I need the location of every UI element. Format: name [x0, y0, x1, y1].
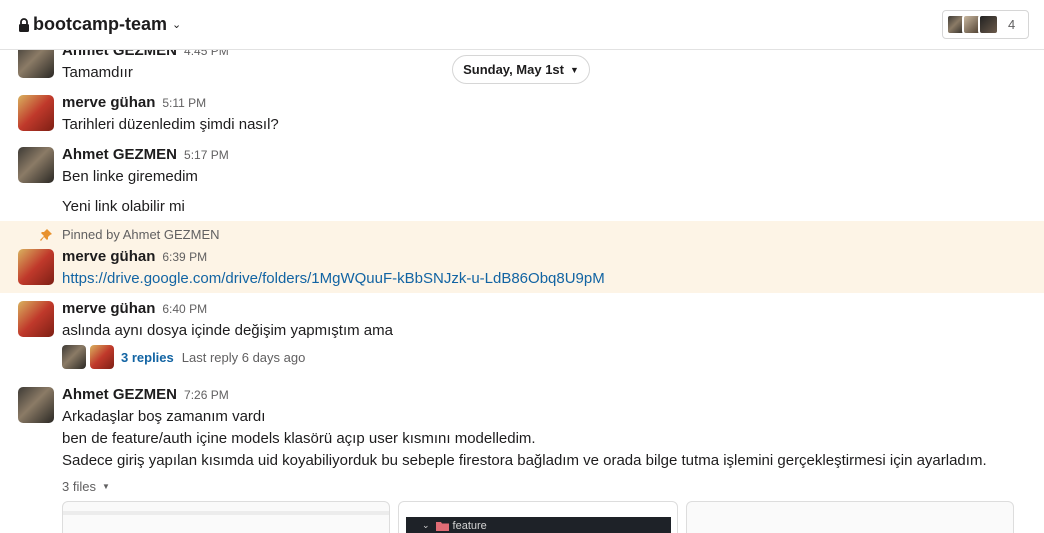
chevron-down-icon: ▼ [569, 64, 579, 75]
thread-replies-link[interactable]: 3 replies [121, 350, 174, 365]
folder-icon [435, 522, 449, 531]
message-text: ben de feature/auth içine models klasörü… [62, 430, 536, 447]
lock-icon [19, 17, 29, 32]
avatar[interactable] [18, 95, 54, 131]
message-text: Yeni link olabilir mi [62, 198, 185, 215]
date-divider-button[interactable]: Sunday, May 1st ▼ [452, 55, 590, 84]
author-name[interactable]: Ahmet GEZMEN [62, 146, 177, 163]
files-toggle[interactable]: 3 files ▼ [62, 479, 110, 494]
timestamp[interactable]: 7:26 PM [184, 388, 229, 402]
message-text: Arkadaşlar boş zamanım vardı [62, 408, 266, 425]
message-text: Sadece giriş yapılan kısımda uid koyabil… [62, 452, 987, 469]
timestamp[interactable]: 6:40 PM [162, 302, 207, 316]
author-name[interactable]: merve gühan [62, 94, 155, 111]
date-label: Sunday, May 1st [463, 62, 564, 77]
timestamp[interactable]: 5:17 PM [184, 148, 229, 162]
chevron-down-icon: ⌄ [422, 520, 430, 530]
caret-down-icon: ▼ [101, 482, 110, 491]
members-button[interactable]: 4 [942, 10, 1029, 39]
avatar[interactable] [18, 249, 54, 285]
chevron-down-icon: ⌄ [172, 19, 182, 31]
message-text: Ben linke giremedim [62, 168, 198, 185]
file-preview-bar [63, 511, 389, 515]
folder-name: feature [452, 520, 487, 532]
avatar[interactable] [18, 387, 54, 423]
thread-participant-avatar [90, 345, 114, 369]
message-text: Tarihleri düzenledim şimdi nasıl? [62, 116, 279, 133]
channel-header: bootcamp-team ⌄ 4 [0, 0, 1044, 50]
file-attachment[interactable] [62, 501, 390, 533]
files-count-label: 3 files [62, 479, 96, 494]
thread-last-reply: Last reply 6 days ago [181, 349, 306, 365]
code-editor-preview: ⌄ feature [406, 517, 671, 533]
author-name[interactable]: Ahmet GEZMEN [62, 386, 177, 403]
thread-summary[interactable]: 3 replies Last reply 6 days ago [62, 345, 305, 369]
author-name[interactable]: merve gühan [62, 300, 155, 317]
member-avatar [978, 14, 999, 35]
timestamp[interactable]: 6:39 PM [162, 250, 207, 264]
channel-title-button[interactable]: bootcamp-team ⌄ [18, 14, 181, 35]
avatar[interactable] [18, 301, 54, 337]
author-name[interactable]: merve gühan [62, 248, 155, 265]
member-count: 4 [1008, 17, 1016, 32]
file-attachment[interactable]: ⌄ feature [398, 501, 678, 533]
drive-link[interactable]: https://drive.google.com/drive/folders/1… [62, 270, 605, 287]
pinned-by-text: Pinned by Ahmet GEZMEN [62, 227, 220, 242]
avatar[interactable] [18, 147, 54, 183]
thread-participant-avatar [62, 345, 86, 369]
message-text: aslında aynı dosya içinde değişim yapmış… [62, 322, 393, 339]
pinned-label: Pinned by Ahmet GEZMEN [40, 227, 220, 242]
timestamp[interactable]: 5:11 PM [162, 96, 206, 110]
pin-icon [40, 228, 52, 241]
message-text: Tamamdıır [62, 64, 133, 81]
file-attachment[interactable] [686, 501, 1014, 533]
channel-name: bootcamp-team [33, 14, 168, 34]
